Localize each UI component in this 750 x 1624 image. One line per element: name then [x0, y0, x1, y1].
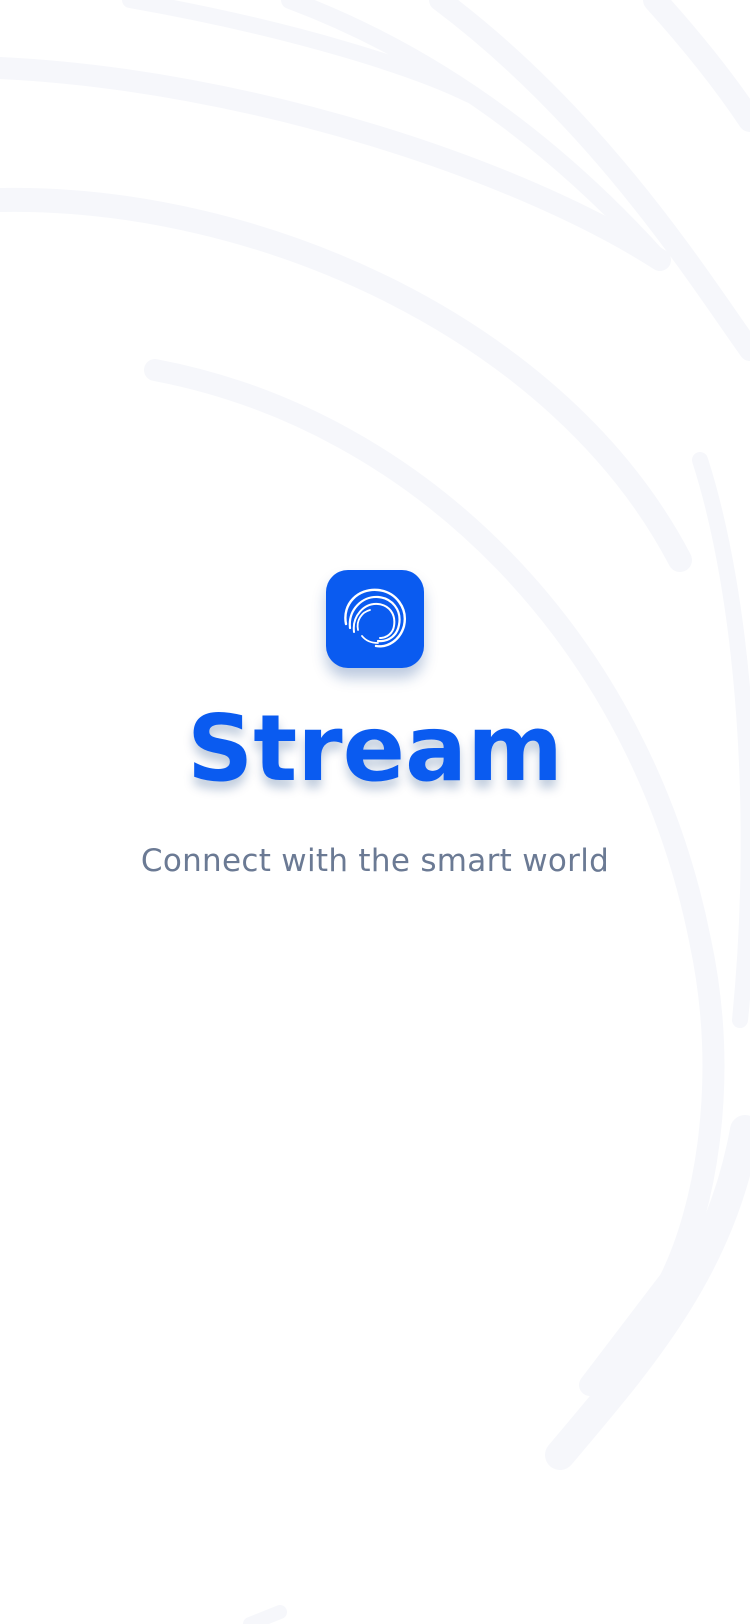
background-arc-decoration — [0, 0, 750, 1624]
stream-swirl-icon — [344, 588, 406, 648]
splash-screen: Stream Connect with the smart world — [0, 0, 750, 1624]
tagline-text: Connect with the smart world — [140, 843, 610, 879]
app-logo — [326, 570, 424, 668]
app-name-title: Stream — [187, 695, 563, 802]
